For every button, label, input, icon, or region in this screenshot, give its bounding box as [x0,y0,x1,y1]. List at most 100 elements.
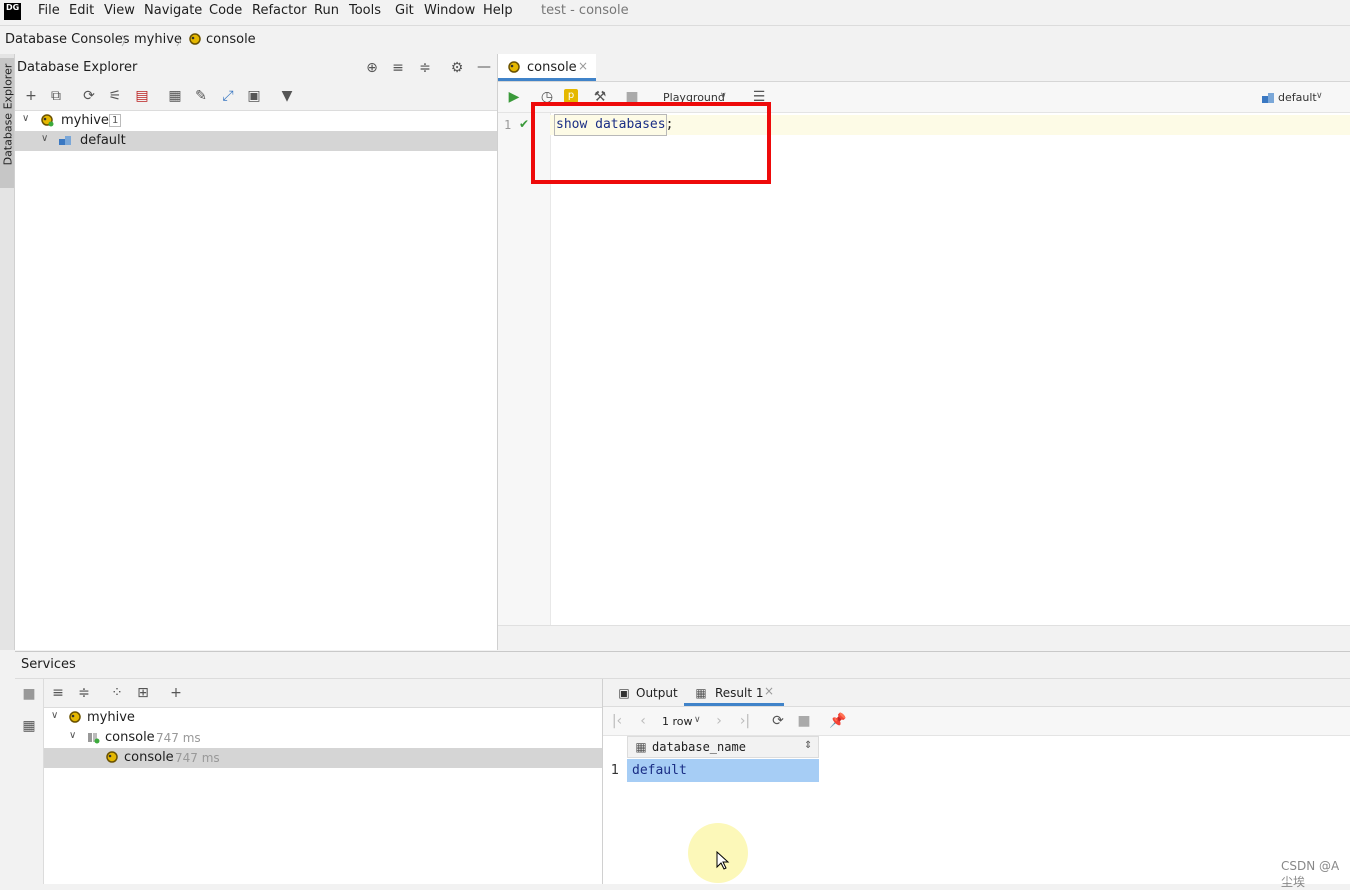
tab-result-1[interactable]: ▦ Result 1 × [684,679,784,706]
properties-icon[interactable]: ⚟ [106,88,124,104]
menu-file[interactable]: File [38,3,60,18]
execution-time: 747 ms [156,731,201,745]
copy-icon[interactable]: ⧉ [47,88,65,104]
window-title: test - console [541,3,629,18]
chevron-down-icon[interactable]: ∨ [720,91,727,101]
collapse-all-icon[interactable]: ≑ [416,60,434,76]
service-label: console [124,750,174,765]
close-icon[interactable]: × [764,684,774,698]
breadcrumb-myhive[interactable]: myhive [134,32,182,47]
tab-output[interactable]: Output [636,686,678,700]
expand-all-icon[interactable]: ≡ [49,685,67,701]
expand-all-icon[interactable]: ≡ [389,60,407,76]
breadcrumb-database-consoles[interactable]: Database Consoles [5,32,130,47]
collapse-all-icon[interactable]: ≑ [75,685,93,701]
menu-refactor[interactable]: Refactor [252,3,307,18]
result-toolbar: |‹ ‹ 1 row ∨ › ›| ⟳ ■ 📌 [603,707,1350,736]
menu-window[interactable]: Window [424,3,475,18]
database-explorer-strip-label: Database Explorer [1,63,15,166]
tab-label: console [527,60,577,75]
breadcrumb-separator-icon: 〉 [121,34,134,48]
hive-icon [106,751,118,763]
chevron-down-icon[interactable]: ∨ [22,113,29,124]
console-session-icon [88,733,100,744]
database-explorer-toolbar: + ⧉ ⟳ ⚟ ▤ ▦ ✎ ⤢ ▣ ▼ [15,82,497,111]
tree-item-default[interactable]: ∨ default [15,131,497,151]
row-count-dropdown[interactable]: 1 row [662,715,693,728]
menu-run[interactable]: Run [314,3,339,18]
schema-icon [59,136,71,145]
jump-to-source-icon[interactable]: ⤢ [219,88,237,104]
gear-icon[interactable]: ⚙ [448,60,466,76]
ql-console-icon[interactable]: ▣ [245,88,263,104]
menu-navigate[interactable]: Navigate [144,3,202,18]
menu-code[interactable]: Code [209,3,242,18]
execute-icon[interactable]: ▶ [505,89,523,105]
explain-plan-icon[interactable]: p [564,89,578,103]
minimize-icon[interactable]: — [475,59,493,75]
stop-database-icon[interactable]: ▤ [133,88,151,104]
services-header: Services [15,652,1350,679]
column-header-database-name[interactable]: ▦ database_name ⇕ [627,736,819,758]
filter-icon[interactable]: ▼ [278,88,296,104]
sort-icon[interactable]: ⇕ [804,740,812,751]
menu-tools[interactable]: Tools [349,3,381,18]
menu-view[interactable]: View [104,3,135,18]
layout-icon[interactable]: ▦ [20,718,38,734]
check-icon: ✔ [519,117,530,131]
editor-status-bar [498,625,1350,651]
column-icon: ▦ [635,740,647,754]
edit-icon[interactable]: ✎ [192,88,210,104]
refresh-icon[interactable]: ⟳ [769,713,787,729]
tree-item-myhive[interactable]: ∨ myhive 1 [15,111,497,131]
annotation-red-box [531,102,771,184]
output-icon: ▣ [618,686,630,700]
service-item-myhive[interactable]: ∨ myhive [44,708,602,728]
pin-icon[interactable]: 📌 [829,713,847,729]
database-explorer-title: Database Explorer [17,60,138,75]
chevron-down-icon[interactable]: ∨ [51,710,58,721]
execution-time: 747 ms [175,751,220,765]
chevron-down-icon[interactable]: ∨ [1316,91,1323,101]
tree-item-label: default [80,133,126,148]
schema-icon [1262,93,1274,103]
chevron-down-icon[interactable]: ∨ [694,715,701,725]
group-icon[interactable]: ⁘ [108,685,126,701]
close-icon[interactable]: × [578,59,588,73]
watermark: CSDN @A尘埃 [1281,859,1340,889]
menu-edit[interactable]: Edit [69,3,94,18]
next-page-icon[interactable]: › [710,713,728,729]
first-page-icon[interactable]: |‹ [608,713,626,729]
service-item-console[interactable]: ∨ console 747 ms [44,728,602,748]
chevron-down-icon[interactable]: ∨ [69,730,76,741]
previous-page-icon[interactable]: ‹ [634,713,652,729]
menu-help[interactable]: Help [483,3,513,18]
database-explorer-panel: Database Explorer ⊕ ≡ ≑ ⚙ — + ⧉ ⟳ ⚟ ▤ ▦ … [15,54,498,650]
tree-item-label: myhive [61,113,109,128]
menu-git[interactable]: Git [395,3,414,18]
services-tree: ≡ ≑ ⁘ ⊞ + ∨ myhive ∨ console 747 ms cons… [44,679,603,884]
hive-icon [189,33,201,45]
hive-icon [69,711,81,723]
table-icon[interactable]: ▦ [166,88,184,104]
add-icon[interactable]: + [167,685,185,701]
service-item-console-child[interactable]: console 747 ms [44,748,602,768]
refresh-icon[interactable]: ⟳ [80,88,98,104]
add-icon[interactable]: + [22,88,40,104]
line-number: 1 [504,118,512,132]
menu-bar: DG File Edit View Navigate Code Refactor… [0,0,1350,24]
schema-selector[interactable]: default [1278,91,1317,104]
new-tab-icon[interactable]: ⊞ [134,685,152,701]
stop-icon[interactable]: ■ [20,686,38,702]
last-page-icon[interactable]: ›| [736,713,754,729]
service-label: myhive [87,710,135,725]
editor-tab-bar: console × [498,54,1350,82]
column-header-label: database_name [652,740,746,754]
locate-icon[interactable]: ⊕ [363,60,381,76]
stop-icon[interactable]: ■ [795,713,813,729]
chevron-down-icon[interactable]: ∨ [41,133,48,144]
breadcrumb-console[interactable]: console [206,32,256,47]
services-title: Services [21,657,76,672]
result-cell[interactable]: default [627,759,819,782]
tab-console[interactable]: console × [498,54,596,81]
